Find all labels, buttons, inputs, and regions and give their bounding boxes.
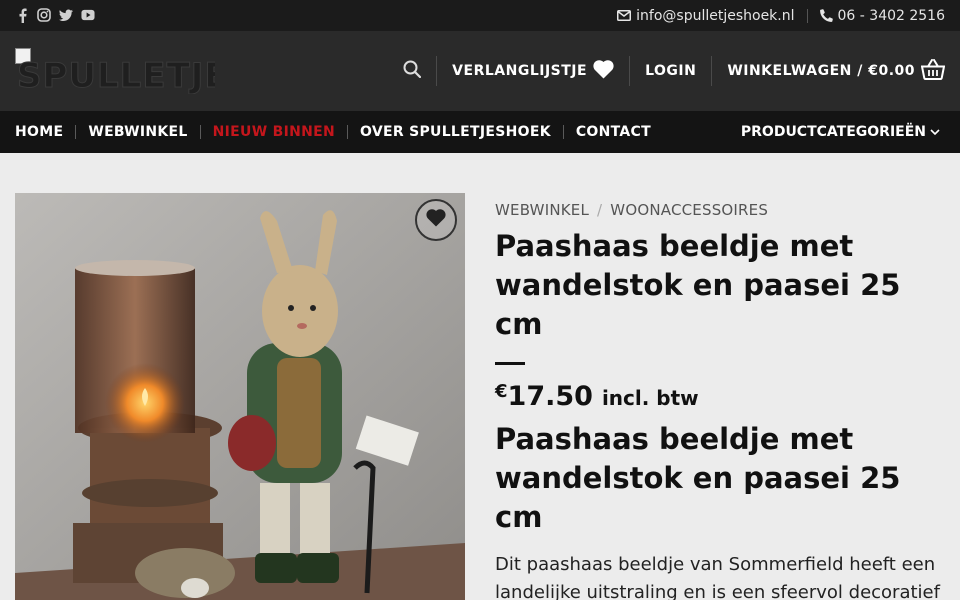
social-links xyxy=(15,7,95,23)
top-bar: info@spulletjeshoek.nl 06 - 3402 2516 xyxy=(0,0,960,31)
price-amount: 17.50 xyxy=(507,381,593,412)
cart-link[interactable]: WINKELWAGEN / €0.00 xyxy=(727,58,946,84)
nav-divider xyxy=(562,125,564,139)
description-title: Paashaas beeldje met wandelstok en paase… xyxy=(495,422,901,534)
product-image[interactable] xyxy=(15,193,465,600)
product-description: Dit paashaas beeldje van Sommerfield hee… xyxy=(495,551,950,600)
nav-item-contact[interactable]: CONTACT xyxy=(576,124,651,140)
cart-label: WINKELWAGEN / €0.00 xyxy=(727,63,915,79)
breadcrumb-separator: / xyxy=(597,201,603,219)
header-actions: VERLANGLIJSTJE LOGIN WINKELWAGEN / €0.00 xyxy=(403,31,946,111)
phone-icon xyxy=(819,9,833,22)
email-link[interactable]: info@spulletjeshoek.nl xyxy=(636,8,794,24)
main-navigation: HOME WEBWINKEL NIEUW BINNEN OVER SPULLETJES… xyxy=(0,111,960,153)
product-categories-menu[interactable]: PRODUCTCATEGORIEËN xyxy=(741,111,940,153)
header-divider xyxy=(711,56,713,86)
product-price: € 17.50 incl. btw xyxy=(495,381,950,412)
nav-item-nieuw-binnen[interactable]: NIEUW BINNEN xyxy=(213,124,335,140)
price-currency: € xyxy=(495,381,508,402)
breadcrumb: WEBWINKEL / WOONACCESSOIRES xyxy=(495,201,950,219)
basket-icon xyxy=(920,58,946,84)
main-menu: HOME WEBWINKEL NIEUW BINNEN OVER SPULLETJES… xyxy=(15,111,651,153)
breadcrumb-webwinkel[interactable]: WEBWINKEL xyxy=(495,201,589,219)
product-photo xyxy=(15,193,465,600)
nav-item-over-spulletjeshoek[interactable]: OVER SPULLETJESHOEK xyxy=(360,124,551,140)
contact-info: info@spulletjeshoek.nl 06 - 3402 2516 xyxy=(617,0,945,31)
description-line: landelijke uitstraling en is een sfeervo… xyxy=(495,582,940,600)
wishlist-label: VERLANGLIJSTJE xyxy=(452,63,588,79)
facebook-icon[interactable] xyxy=(15,7,29,23)
nav-divider xyxy=(347,125,349,139)
search-icon xyxy=(403,60,422,82)
header-divider xyxy=(436,56,438,86)
site-logo[interactable]: SPULLETJES xyxy=(15,48,215,94)
categories-label: PRODUCTCATEGORIEËN xyxy=(740,124,926,140)
product-title: Paashaas beeldje met wandelstok en paase… xyxy=(495,229,901,341)
search-button[interactable] xyxy=(403,60,422,82)
description-line: Dit paashaas beeldje van Sommerfield hee… xyxy=(495,554,936,575)
title-divider xyxy=(495,362,525,365)
login-link[interactable]: LOGIN xyxy=(645,63,696,79)
chevron-down-icon xyxy=(930,124,940,140)
wishlist-link[interactable]: VERLANGLIJSTJE xyxy=(452,59,614,83)
nav-divider xyxy=(199,125,201,139)
heart-icon xyxy=(593,59,614,83)
header-divider xyxy=(629,56,631,86)
product-summary: WEBWINKEL / WOONACCESSOIRES Paashaas beeld… xyxy=(495,193,950,600)
breadcrumb-woonaccessoires[interactable]: WOONACCESSOIRES xyxy=(610,201,768,219)
contact-divider xyxy=(806,8,808,23)
twitter-icon[interactable] xyxy=(59,7,73,23)
nav-divider xyxy=(75,125,77,139)
phone-link[interactable]: 06 - 3402 2516 xyxy=(838,8,945,24)
instagram-icon[interactable] xyxy=(37,7,51,23)
heart-icon xyxy=(426,209,446,231)
youtube-icon[interactable] xyxy=(81,7,95,23)
nav-item-webwinkel[interactable]: WEBWINKEL xyxy=(88,124,187,140)
price-tax-label: incl. btw xyxy=(601,386,699,410)
nav-item-home[interactable]: HOME xyxy=(15,124,63,140)
envelope-icon xyxy=(617,10,632,21)
add-to-wishlist-button[interactable] xyxy=(415,199,457,241)
logo-text: SPULLETJES xyxy=(16,56,215,95)
site-header: SPULLETJES VERLANGLIJSTJE LOGIN WINKELWA… xyxy=(0,31,960,111)
